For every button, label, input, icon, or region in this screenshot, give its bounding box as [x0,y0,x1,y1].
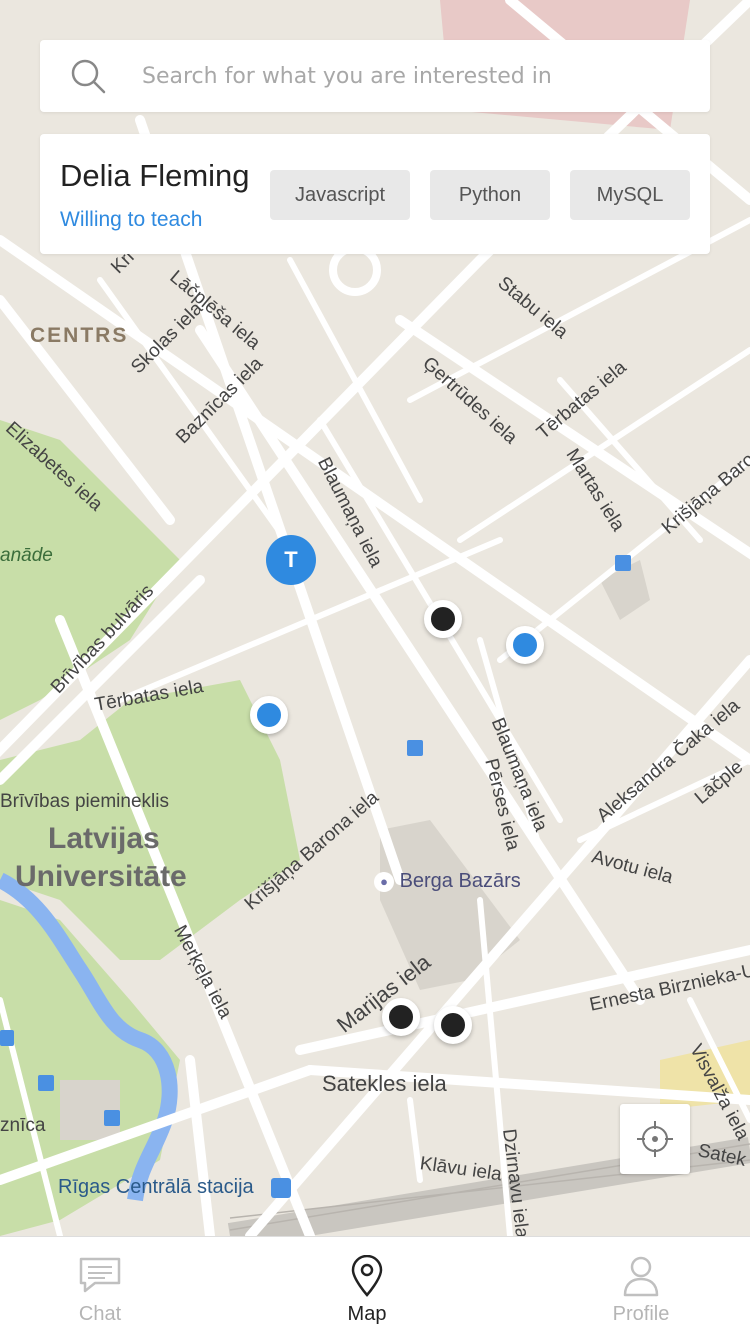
tab-chat-label: Chat [78,1303,122,1325]
user-pin[interactable] [382,998,420,1036]
profile-name: Delia Fleming [60,158,250,193]
tab-profile-label: Profile [612,1303,670,1325]
skill-chip-python[interactable]: Python [430,170,550,220]
map-label-universitate: Universitāte [15,860,187,893]
map-label-znica: znīca [0,1115,46,1136]
crosshair-icon [637,1121,673,1157]
bus-stop-icon [104,1110,120,1126]
user-pin[interactable] [424,600,462,638]
profile-card[interactable]: Delia Fleming Willing to teach Javascrip… [40,134,710,254]
map-poi-berga-label: Berga Bazārs [399,870,521,892]
user-pin-highlighted[interactable] [250,696,288,734]
tab-chat[interactable]: Chat [25,1237,175,1335]
map-label-brivibas-piemineklis: Brīvības piemineklis [0,791,169,812]
map-label-latvijas: Latvijas [48,822,160,855]
map-label-satekles: Satekles iela [322,1071,447,1096]
bus-stop-icon [615,555,631,571]
tab-bar: Chat Map Profile [0,1236,750,1335]
bus-stop-icon [38,1075,54,1091]
map-label-centrs: CENTRS [30,324,129,347]
profile-icon [623,1256,659,1297]
search-icon [71,59,106,94]
chat-icon [79,1257,121,1293]
skill-chip-javascript[interactable]: Javascript [270,170,410,220]
tab-map-label: Map [347,1303,387,1325]
search-input[interactable] [140,62,684,90]
tab-map[interactable]: Map [292,1237,442,1335]
user-pin[interactable] [434,1006,472,1044]
user-pin-highlighted[interactable] [506,626,544,664]
map-poi-berga-bazars[interactable]: ● Berga Bazārs [374,870,521,893]
shopping-bag-icon: ● [374,871,394,892]
map-pin-icon [351,1255,383,1297]
teacher-pin[interactable]: T [266,535,316,585]
tab-profile[interactable]: Profile [566,1237,716,1335]
train-station-icon [271,1178,291,1198]
map-label-anade: anāde [0,545,53,566]
bus-stop-icon [0,1030,14,1046]
skill-chip-mysql[interactable]: MySQL [570,170,690,220]
search-bar[interactable] [40,40,710,112]
profile-status: Willing to teach [60,208,203,231]
map-label-rigas-centrala: Rīgas Centrālā stacija [58,1176,254,1198]
bus-stop-icon [407,740,423,756]
locate-me-button[interactable] [620,1104,690,1174]
